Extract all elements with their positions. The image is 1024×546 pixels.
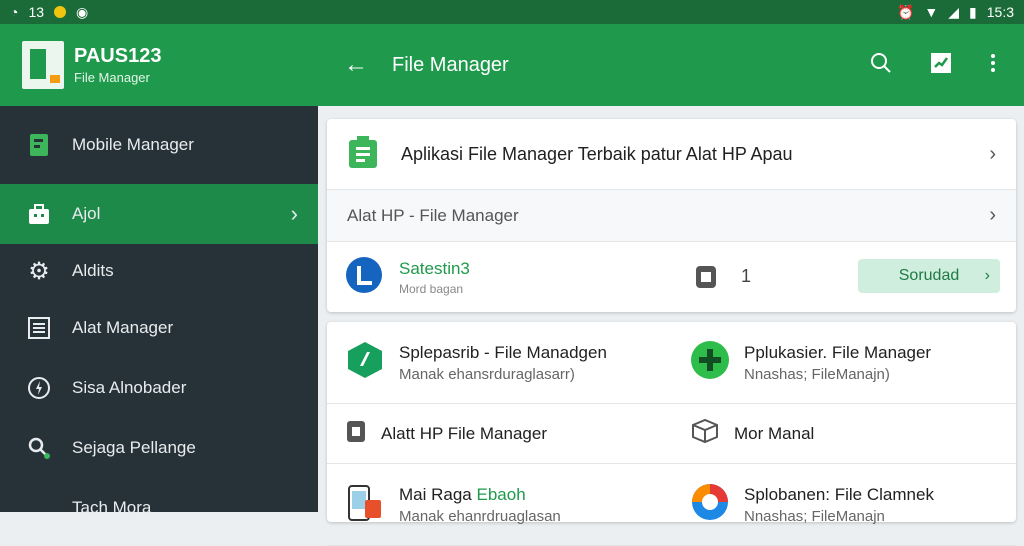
drawer-item-mobile-manager[interactable]: Mobile Manager	[0, 106, 318, 184]
tag-icon	[26, 495, 52, 521]
drawer-item-label: Alat Manager	[72, 318, 174, 337]
folder-app-icon	[345, 340, 385, 385]
grid-item[interactable]: Mai Raga Ebaoh Manak ehanrdruaglasan	[327, 464, 672, 546]
wifi-icon: ▼	[924, 4, 939, 20]
search-icon	[26, 435, 52, 461]
plus-app-icon	[690, 340, 730, 385]
grid-item[interactable]: Splobanen: File Clamnek Nnashas; FileMan…	[672, 464, 1016, 546]
drawer-item-label: Mobile Manager	[72, 135, 194, 154]
drawer-subtitle: File Manager	[74, 70, 150, 85]
grid-item-title: Mor Manal	[734, 423, 815, 443]
status-left-text: 13	[28, 4, 45, 20]
drawer-item-label: Sisa Alnobader	[72, 378, 187, 397]
grid-item-title: Mai Raga Ebaoh	[399, 485, 561, 505]
more-vert-icon[interactable]	[990, 53, 996, 78]
file-manager-app-icon	[347, 135, 379, 174]
grid-item-title: Pplukasier. File Manager	[744, 342, 932, 362]
chart-icon[interactable]	[930, 52, 952, 79]
drawer-item-ajol[interactable]: Ajol ›	[0, 184, 318, 244]
bolt-icon	[26, 375, 52, 401]
list-icon	[26, 315, 52, 341]
drawer-item-sejaga-pellange[interactable]: Sejaga Pellange	[0, 418, 318, 478]
grid-item-subtitle: Nnashas; FileManajn	[744, 507, 885, 525]
drawer-item-label: Tach Mora	[72, 498, 152, 517]
notification-icon: ◔	[10, 4, 19, 20]
grid-item[interactable]: Alatt HP File Manager	[327, 404, 672, 464]
app-bar: ← File Manager	[318, 24, 1024, 106]
status-bar: ◔ 13 ◉ ⏰ ▼ ◢ ▮ 15:3	[0, 0, 1024, 24]
status-time: 15:3	[986, 4, 1014, 20]
featured-row[interactable]: Aplikasi File Manager Terbaik patur Alat…	[327, 119, 1016, 190]
app-count: 1	[741, 266, 752, 286]
app-subtitle: Mord bagan	[399, 281, 464, 296]
app-listing-row[interactable]: Satestin3 Mord bagan 1 Sorudad ›	[327, 242, 1016, 312]
app-name: Satestin3	[399, 258, 470, 278]
drawer-item-label: Sejaga Pellange	[72, 438, 196, 457]
drawer-header: PAUS123 File Manager	[0, 24, 318, 106]
grid-item[interactable]: Mor Manal	[672, 404, 1016, 464]
grid-item-title: Alatt HP File Manager	[381, 423, 547, 443]
drawer-item-alat-manager[interactable]: Alat Manager	[0, 298, 318, 358]
drawer-item-aldits[interactable]: ⚙ Aldits	[0, 244, 318, 298]
battery-icon: ▮	[969, 3, 977, 20]
briefcase-icon	[26, 201, 52, 227]
search-icon[interactable]	[870, 52, 892, 79]
grid-item-title-green: Ebaoh	[476, 484, 526, 504]
drawer-title: PAUS123	[74, 45, 162, 67]
drawer-item-label: Aldits	[72, 261, 114, 280]
grid-item-title-part: Mai Raga	[399, 484, 472, 504]
eye-icon: ◉	[76, 3, 89, 20]
drawer-item-label: Ajol	[72, 204, 101, 223]
category-label: Alat HP - File Manager	[347, 205, 519, 225]
download-button[interactable]: Sorudad ›	[858, 259, 1000, 293]
download-button-label: Sorudad	[898, 267, 960, 284]
colorful-app-icon	[690, 482, 730, 527]
back-arrow-icon[interactable]: ←	[344, 51, 368, 79]
grid-item-title: Splobanen: File Clamnek	[744, 484, 934, 504]
featured-card: Aplikasi File Manager Terbaik patur Alat…	[327, 119, 1016, 312]
featured-title: Aplikasi File Manager Terbaik patur Alat…	[401, 143, 793, 164]
grid-item-title: Splepasrib - File Manadgen	[399, 342, 607, 362]
app-notification-icon	[54, 6, 67, 18]
alarm-icon: ⏰	[896, 3, 915, 20]
grid-item-subtitle: Manak ehanrdruaglasan	[399, 507, 561, 525]
page-title: File Manager	[392, 53, 509, 76]
chevron-right-icon: ›	[989, 142, 996, 165]
box-icon	[690, 418, 720, 449]
drawer-item-tach-mora[interactable]: Tach Mora	[0, 478, 318, 538]
chevron-right-icon: ›	[290, 201, 298, 226]
navigation-drawer: PAUS123 File Manager Mobile Manager Ajol…	[0, 24, 318, 517]
phone-bag-icon	[345, 482, 385, 527]
chevron-right-icon: ›	[989, 204, 996, 226]
grid-item[interactable]: Splepasrib - File Manadgen Manak ehansrd…	[327, 322, 672, 404]
app-play-icon	[345, 256, 383, 299]
lock-icon	[694, 264, 718, 295]
chevron-right-icon: ›	[984, 267, 990, 284]
drawer-item-sisa-alnobader[interactable]: Sisa Alnobader	[0, 358, 318, 418]
grid-item-subtitle: Manak ehansrduraglasarr)	[399, 365, 575, 383]
phone-icon	[26, 132, 52, 158]
gear-icon: ⚙	[28, 257, 50, 285]
category-row[interactable]: Alat HP - File Manager ›	[327, 190, 1016, 242]
signal-icon: ◢	[948, 3, 960, 20]
app-logo	[22, 41, 64, 89]
lock-icon	[345, 418, 367, 449]
grid-item-subtitle: Nnashas; FileManajn)	[744, 365, 890, 383]
grid-item[interactable]: Pplukasier. File Manager Nnashas; FileMa…	[672, 322, 1016, 404]
app-grid-card: Splepasrib - File Manadgen Manak ehansrd…	[327, 322, 1016, 546]
